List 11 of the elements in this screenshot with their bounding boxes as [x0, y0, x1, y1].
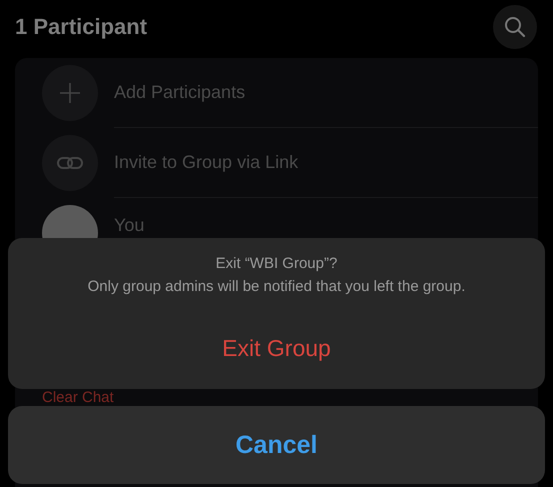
- participant-item[interactable]: Add Participants: [114, 82, 246, 103]
- search-button[interactable]: [493, 4, 537, 48]
- sheet-message: Only group admins will be notified that you left the group.: [88, 278, 466, 295]
- sheet-title: Exit “WBI Group”?: [216, 255, 338, 272]
- exit-group-button[interactable]: Exit Group: [8, 307, 545, 389]
- participant-item[interactable]: You: [114, 215, 144, 236]
- cancel-button[interactable]: Cancel: [8, 406, 545, 484]
- group-action[interactable]: Clear Chat: [42, 388, 114, 406]
- participants-title: 1 Participant: [15, 14, 148, 40]
- participant-item[interactable]: Invite to Group via Link: [114, 152, 298, 173]
- search-icon: [504, 16, 526, 38]
